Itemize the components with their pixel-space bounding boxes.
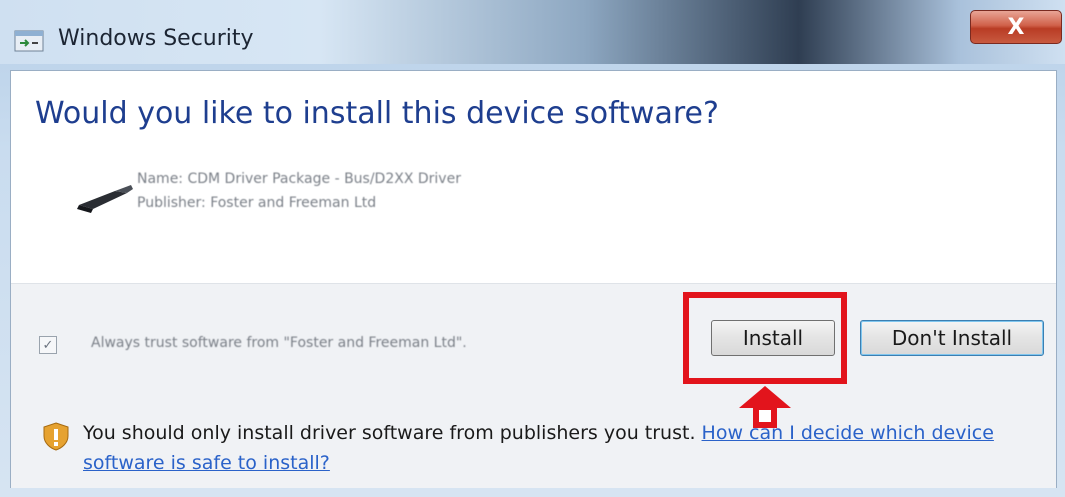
dialog-footer: ✓ Always trust software from "Foster and… bbox=[11, 283, 1056, 488]
close-button[interactable]: X bbox=[970, 10, 1062, 44]
shield-warning-icon bbox=[43, 422, 69, 451]
warning-message: You should only install driver software … bbox=[83, 418, 1043, 478]
title-bar: Windows Security X bbox=[0, 0, 1065, 64]
package-name: Name: CDM Driver Package - Bus/D2XX Driv… bbox=[137, 171, 461, 187]
app-icon bbox=[14, 30, 44, 52]
window-title: Windows Security bbox=[58, 26, 254, 51]
dont-install-button[interactable]: Don't Install bbox=[860, 320, 1044, 356]
trust-label: Always trust software from "Foster and F… bbox=[91, 335, 467, 351]
warning-text: You should only install driver software … bbox=[83, 422, 696, 444]
dialog-heading: Would you like to install this device so… bbox=[35, 96, 719, 131]
install-button[interactable]: Install bbox=[711, 320, 835, 356]
trust-checkbox[interactable]: ✓ bbox=[39, 336, 57, 354]
package-publisher: Publisher: Foster and Freeman Ltd bbox=[137, 195, 377, 211]
security-dialog: Windows Security X Would you like to ins… bbox=[0, 0, 1065, 497]
usb-device-icon bbox=[77, 185, 133, 213]
dialog-body: Would you like to install this device so… bbox=[10, 70, 1057, 488]
close-icon: X bbox=[1007, 14, 1025, 40]
checkbox-check-icon: ✓ bbox=[42, 337, 54, 353]
